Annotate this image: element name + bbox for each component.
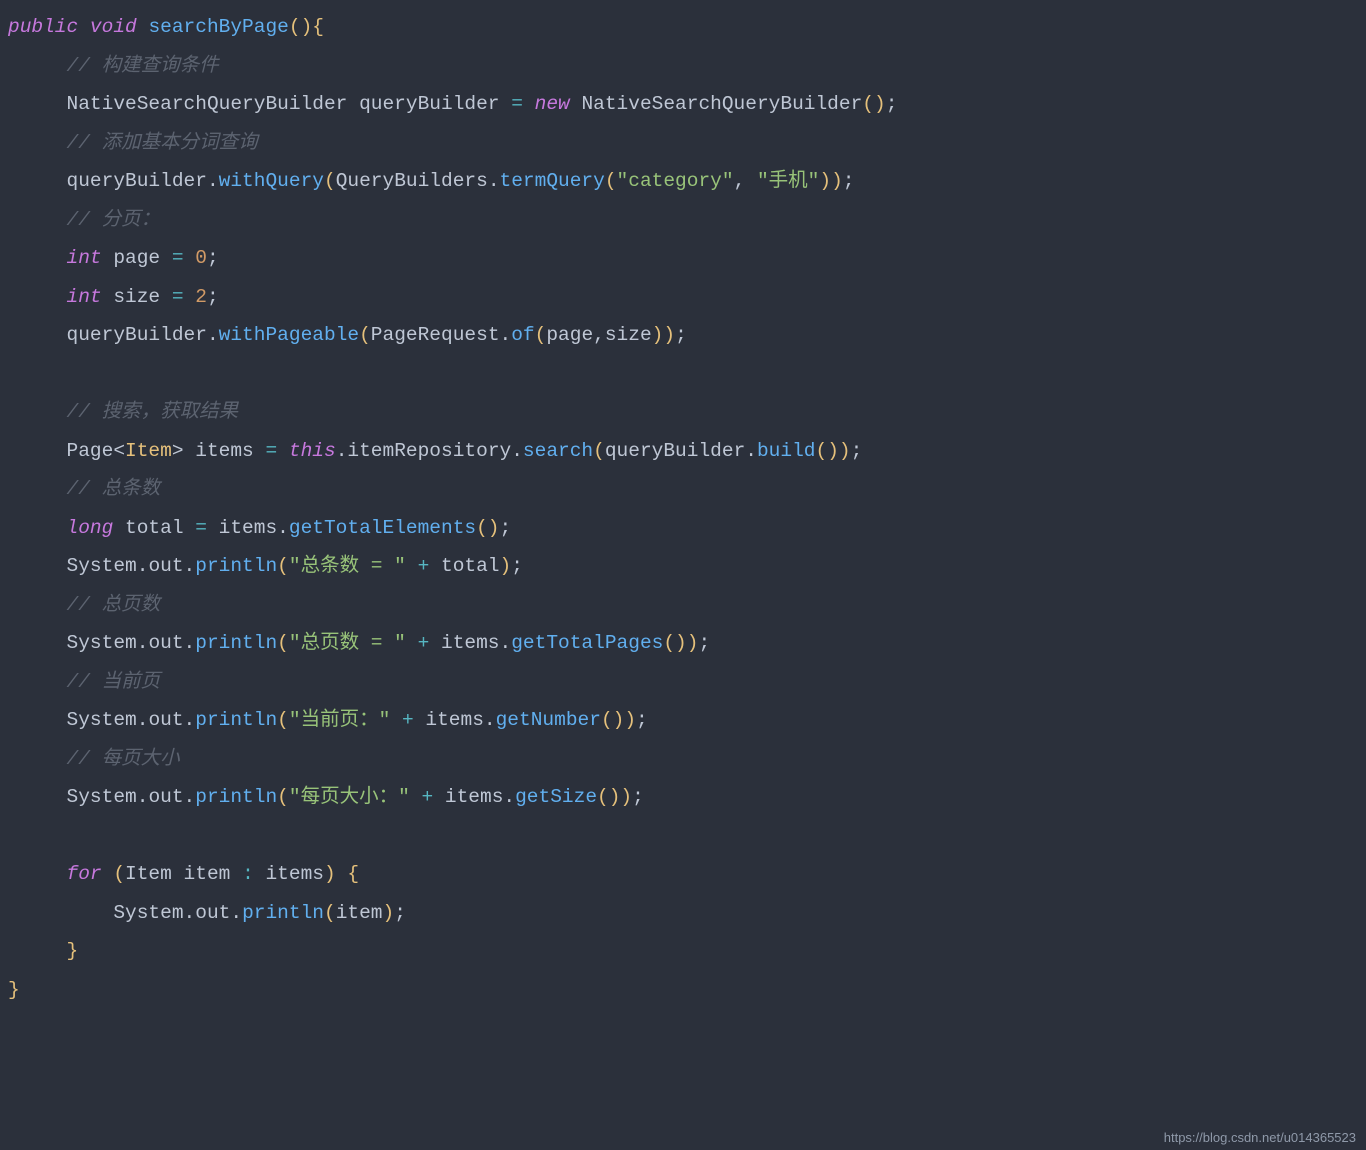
identifier: NativeSearchQueryBuilder — [67, 93, 348, 115]
number: 0 — [195, 247, 207, 269]
string: "手机" — [757, 170, 819, 192]
comment: // 添加基本分词查询 — [67, 132, 258, 154]
comment: // 构建查询条件 — [67, 55, 219, 77]
keyword-new: new — [535, 93, 570, 115]
keyword-long: long — [67, 517, 114, 539]
string: "category" — [617, 170, 734, 192]
keyword-int: int — [67, 286, 102, 308]
comment: // 总页数 — [67, 594, 161, 616]
keyword-public: public — [8, 16, 78, 38]
method-name: searchByPage — [148, 16, 288, 38]
number: 2 — [195, 286, 207, 308]
watermark: https://blog.csdn.net/u014365523 — [1164, 1131, 1356, 1144]
keyword-for: for — [67, 863, 102, 885]
keyword-void: void — [90, 16, 137, 38]
comment: // 搜索，获取结果 — [67, 401, 239, 423]
comment: // 总条数 — [67, 478, 161, 500]
method-call: withQuery — [219, 170, 324, 192]
keyword-this: this — [289, 440, 336, 462]
type: Item — [125, 440, 172, 462]
comment: // 每页大小 — [67, 748, 180, 770]
comment: // 当前页 — [67, 671, 161, 693]
code-block: public void searchByPage(){ // 构建查询条件 Na… — [0, 0, 1366, 1017]
comment: // 分页： — [67, 209, 161, 231]
keyword-int: int — [67, 247, 102, 269]
